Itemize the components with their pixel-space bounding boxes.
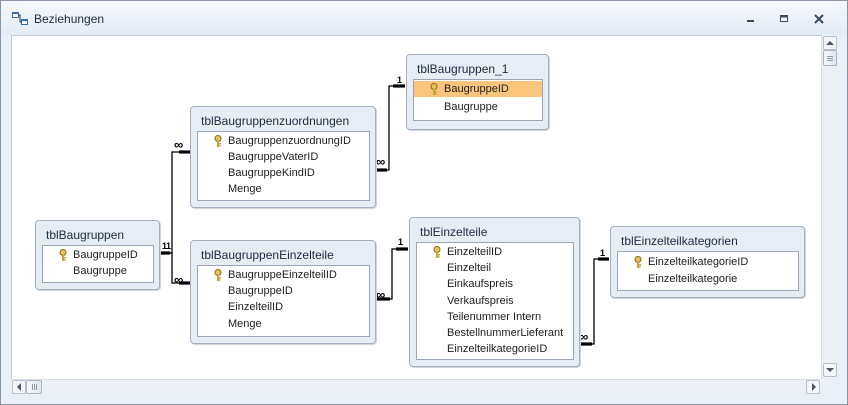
primary-key-icon — [633, 256, 643, 268]
field-primary-key[interactable]: BaugruppenzuordnungID — [198, 133, 369, 149]
cardinality-one: 1 — [397, 75, 403, 85]
field-primary-key[interactable]: BaugruppeID — [43, 247, 153, 263]
close-button[interactable] — [809, 11, 829, 27]
field-name: BaugruppeEinzelteilID — [228, 269, 337, 281]
field[interactable]: Menge — [198, 181, 369, 197]
field-name: BaugruppeVaterID — [228, 151, 319, 163]
table-baugruppeneinzelteile[interactable]: tblBaugruppenEinzelteile BaugruppeEinzel… — [190, 240, 376, 344]
field[interactable]: Teilenummer Intern — [417, 309, 573, 325]
field[interactable]: Baugruppe — [414, 99, 542, 115]
field-list[interactable]: BaugruppeID Baugruppe — [413, 79, 543, 121]
field-name: Verkaufspreis — [447, 295, 514, 307]
field-name: EinzelteilkategorieID — [648, 256, 749, 268]
horizontal-scroll-thumb[interactable] — [26, 380, 42, 394]
cardinality-many: ∞ — [174, 137, 184, 152]
scrollbar-corner — [821, 379, 838, 395]
table-einzelteilkategorien[interactable]: tblEinzelteilkategorien Einzelteilkatego… — [610, 226, 805, 298]
field[interactable]: Einzelteil — [417, 260, 573, 276]
primary-key-icon — [213, 135, 223, 147]
field-list[interactable]: EinzelteilkategorieID Einzelteilkategori… — [617, 251, 799, 291]
scroll-down-button[interactable] — [823, 363, 837, 377]
field[interactable]: EinzelteilkategorieID — [417, 341, 573, 357]
field-name: BaugruppenzuordnungID — [228, 135, 351, 147]
table-title: tblBaugruppenzuordnungen — [201, 114, 350, 128]
table-title: tblBaugruppen_1 — [417, 62, 509, 76]
field-primary-key-selected[interactable]: BaugruppeID — [414, 81, 542, 97]
field-list[interactable]: BaugruppenzuordnungID BaugruppeVaterID B… — [197, 131, 370, 201]
field[interactable]: Einkaufspreis — [417, 276, 573, 292]
primary-key-icon — [58, 249, 68, 261]
scroll-right-button[interactable] — [806, 380, 820, 394]
restore-button[interactable] — [774, 11, 794, 27]
field-primary-key[interactable]: BaugruppeEinzelteilID — [198, 267, 369, 283]
field-name: Menge — [228, 183, 262, 195]
table-baugruppen-1[interactable]: tblBaugruppen_1 BaugruppeID Baugruppe — [406, 54, 549, 130]
cardinality-many: ∞ — [376, 154, 386, 169]
field-name: Einzelteilkategorie — [648, 273, 738, 285]
relationships-icon — [12, 12, 28, 26]
scroll-down-icon — [826, 368, 834, 372]
field-name: Baugruppe — [444, 101, 498, 113]
title-bar[interactable]: Beziehungen — [1, 1, 847, 35]
field-name: BaugruppeID — [228, 285, 293, 297]
field-name: BestellnummerLieferant — [447, 327, 564, 339]
primary-key-icon — [429, 83, 439, 95]
table-baugruppen[interactable]: tblBaugruppen BaugruppeID Baugruppe — [35, 220, 160, 290]
vertical-scrollbar[interactable] — [821, 35, 838, 379]
relationship-canvas[interactable]: 1 1 ∞ ∞ ∞ 1 ∞ 1 ∞ 1 tblBaugruppen Baugru… — [11, 35, 823, 381]
table-baugruppenzuordnungen[interactable]: tblBaugruppenzuordnungen Baugruppenzuord… — [190, 106, 376, 208]
field[interactable]: BestellnummerLieferant — [417, 325, 573, 341]
field[interactable]: BaugruppeKindID — [198, 165, 369, 181]
field-list[interactable]: EinzelteilID Einzelteil Einkaufspreis Ve… — [416, 242, 574, 360]
scroll-left-icon — [17, 383, 21, 391]
close-icon — [814, 14, 824, 24]
minimize-button[interactable] — [740, 11, 760, 27]
field[interactable]: BaugruppeVaterID — [198, 149, 369, 165]
field[interactable]: EinzelteilID — [198, 299, 369, 315]
field-name: Teilenummer Intern — [447, 311, 542, 323]
relationships-window: Beziehungen 1 1 ∞ ∞ ∞ 1 ∞ 1 ∞ 1 tblBaugr… — [0, 0, 848, 405]
field-primary-key[interactable]: EinzelteilID — [417, 244, 573, 260]
table-title: tblEinzelteilkategorien — [621, 234, 738, 248]
field-name: BaugruppeID — [73, 249, 138, 261]
field-name: Baugruppe — [73, 265, 127, 277]
table-title: tblEinzelteile — [420, 225, 488, 239]
field-name: BaugruppeKindID — [228, 167, 315, 179]
minimize-icon — [747, 20, 754, 22]
field-name: Einzelteil — [447, 262, 492, 274]
field-name: EinzelteilID — [447, 246, 503, 258]
field[interactable]: Menge — [198, 316, 369, 332]
horizontal-scrollbar[interactable] — [11, 379, 821, 395]
vertical-scroll-thumb[interactable] — [823, 50, 837, 66]
cardinality-many: ∞ — [376, 287, 386, 302]
cardinality-one: 1 — [166, 241, 172, 251]
table-title: tblBaugruppenEinzelteile — [201, 248, 334, 262]
restore-icon — [780, 15, 788, 22]
field-primary-key[interactable]: EinzelteilkategorieID — [618, 254, 798, 270]
field[interactable]: Verkaufspreis — [417, 293, 573, 309]
cardinality-many: ∞ — [174, 272, 184, 287]
scroll-left-button[interactable] — [12, 380, 26, 394]
cardinality-one: 1 — [600, 248, 606, 258]
primary-key-icon — [432, 246, 442, 258]
table-einzelteile[interactable]: tblEinzelteile EinzelteilID Einzelteil E… — [409, 217, 580, 367]
field-list[interactable]: BaugruppeEinzelteilID BaugruppeID Einzel… — [197, 265, 370, 337]
field[interactable]: BaugruppeID — [198, 283, 369, 299]
field-name: EinzelteilID — [228, 301, 284, 313]
field-name: Menge — [228, 318, 262, 330]
field-name: Einkaufspreis — [447, 278, 514, 290]
scroll-right-icon — [812, 383, 816, 391]
field[interactable]: Baugruppe — [43, 263, 153, 279]
field[interactable]: Einzelteilkategorie — [618, 271, 798, 287]
cardinality-one: 1 — [398, 237, 404, 247]
scroll-up-button[interactable] — [823, 36, 837, 50]
primary-key-icon — [213, 269, 223, 281]
window-title: Beziehungen — [34, 12, 105, 26]
field-name: EinzelteilkategorieID — [447, 343, 548, 355]
table-title: tblBaugruppen — [46, 228, 125, 242]
cardinality-many: ∞ — [579, 329, 589, 344]
scroll-up-icon — [826, 41, 834, 45]
field-list[interactable]: BaugruppeID Baugruppe — [42, 245, 154, 283]
field-name: BaugruppeID — [444, 83, 509, 95]
